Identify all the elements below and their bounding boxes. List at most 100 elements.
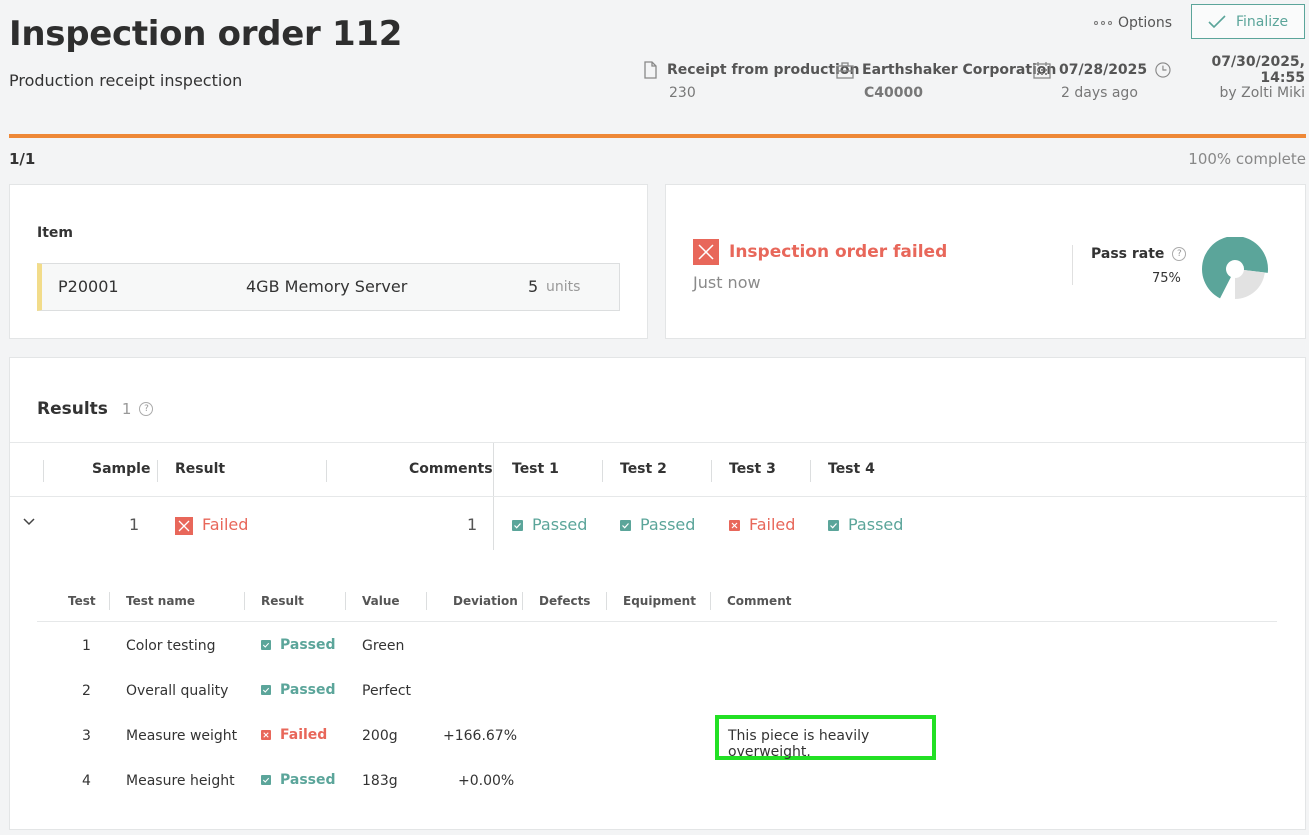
detail-test-num: 2 — [82, 683, 91, 699]
detail-result: Failed — [261, 727, 327, 743]
page-title: Inspection order 112 — [9, 14, 403, 54]
item-unit: units — [546, 279, 581, 295]
column-separator — [711, 460, 712, 482]
detail-test-num: 4 — [82, 773, 91, 789]
col-test2[interactable]: Test 2 — [620, 461, 667, 477]
status-card: Inspection order failed Just now Pass ra… — [665, 184, 1306, 339]
detail-col-defects: Defects — [539, 594, 591, 608]
column-separator — [109, 592, 110, 610]
pass-rate-value: 75% — [1152, 271, 1181, 286]
row-comments: 1 — [467, 515, 478, 534]
meta-source-value: 230 — [669, 85, 696, 101]
col-test3[interactable]: Test 3 — [729, 461, 776, 477]
col-test1[interactable]: Test 1 — [512, 461, 559, 477]
check-icon — [261, 775, 271, 785]
row-result: Failed — [175, 515, 248, 535]
detail-value: 200g — [362, 728, 398, 744]
column-separator — [326, 460, 327, 482]
meta-updated-value: by Zolti Miki — [1219, 85, 1305, 101]
status-title: Inspection order failed — [729, 242, 948, 262]
help-icon[interactable]: ? — [139, 402, 154, 416]
item-card: Item P20001 4GB Memory Server 5 units — [9, 184, 648, 339]
document-icon — [644, 61, 657, 79]
check-icon — [620, 520, 631, 531]
item-label: Item — [37, 225, 73, 241]
detail-result-text: Passed — [280, 637, 336, 653]
results-header: Results 1 ? — [37, 399, 154, 419]
detail-test-num: 1 — [82, 638, 91, 654]
col-test4[interactable]: Test 4 — [828, 461, 875, 477]
row-sample: 1 — [129, 515, 140, 534]
detail-col-value: Value — [362, 594, 400, 608]
column-separator — [522, 592, 523, 610]
row-test4: Passed — [828, 515, 903, 534]
column-separator — [244, 592, 245, 610]
detail-result: Passed — [261, 682, 336, 698]
row-test2: Passed — [620, 515, 695, 534]
row-test1-text: Passed — [532, 515, 588, 534]
col-comments[interactable]: Comments — [409, 461, 493, 477]
failed-icon — [175, 516, 193, 535]
column-separator — [345, 592, 346, 610]
detail-test-num: 3 — [82, 728, 91, 744]
checkmark-icon — [1208, 14, 1226, 28]
finalize-button[interactable]: Finalize — [1191, 4, 1305, 39]
meta-source-label: Receipt from production — [667, 62, 860, 78]
meta-company-value: C40000 — [864, 85, 923, 101]
column-separator — [43, 460, 44, 482]
divider — [10, 442, 1307, 443]
options-label: Options — [1118, 15, 1173, 31]
detail-test-name: Measure height — [126, 773, 235, 789]
row-test1: Passed — [512, 515, 587, 534]
chevron-down-icon[interactable] — [23, 518, 35, 526]
row-test4-text: Passed — [848, 515, 904, 534]
detail-value: 183g — [362, 773, 398, 789]
meta-updated: 07/30/2025, 14:55 by Zolti Miki — [1155, 54, 1305, 101]
row-test2-text: Passed — [640, 515, 696, 534]
results-count: 1 — [121, 400, 132, 418]
col-result[interactable]: Result — [175, 461, 225, 477]
column-separator — [426, 592, 427, 610]
detail-test-name: Overall quality — [126, 683, 229, 699]
detail-col-comment: Comment — [727, 594, 792, 608]
detail-value: Perfect — [362, 683, 412, 699]
detail-result: Passed — [261, 637, 336, 653]
meta-company: Earthshaker Corporation C40000 — [836, 60, 1056, 101]
finalize-label: Finalize — [1235, 13, 1289, 30]
detail-comment: This piece is heavily overweight. — [715, 715, 936, 760]
detail-test-name: Color testing — [126, 638, 216, 654]
check-icon — [261, 685, 271, 695]
progress-bar — [9, 134, 1306, 138]
pass-rate-label: Pass rate ? — [1091, 246, 1187, 262]
row-test3-text: Failed — [749, 515, 796, 534]
meta-updated-label: 07/30/2025, 14:55 — [1211, 54, 1305, 86]
column-separator — [710, 592, 711, 610]
clock-icon — [1155, 62, 1171, 78]
col-sample[interactable]: Sample — [92, 461, 150, 477]
meta-date-label: 07/28/2025 — [1059, 62, 1148, 78]
failed-icon — [729, 520, 740, 531]
donut-fail-segment — [1235, 270, 1265, 299]
item-row[interactable]: P20001 4GB Memory Server 5 units — [37, 263, 620, 311]
help-icon[interactable]: ? — [1172, 247, 1187, 261]
row-result-text: Failed — [202, 515, 249, 534]
more-dots-icon — [1094, 21, 1112, 25]
detail-result-text: Passed — [280, 682, 336, 698]
detail-col-test-name: Test name — [126, 594, 196, 608]
progress-count: 1/1 — [9, 150, 36, 168]
check-icon — [512, 520, 523, 531]
progress-percent: 100% complete — [1188, 150, 1306, 168]
detail-col-deviation: Deviation — [453, 594, 518, 608]
failed-icon — [693, 239, 719, 265]
meta-company-label: Earthshaker Corporation — [862, 62, 1057, 78]
failed-icon — [261, 730, 271, 740]
detail-result: Passed — [261, 772, 336, 788]
status-time: Just now — [693, 273, 761, 292]
row-test3: Failed — [729, 515, 795, 534]
detail-col-result: Result — [261, 594, 304, 608]
detail-col-equipment: Equipment — [623, 594, 696, 608]
results-card: Results 1 ? Sample Result Comments Test … — [9, 357, 1307, 830]
column-separator — [810, 460, 811, 482]
options-button[interactable]: Options — [1094, 13, 1172, 33]
divider — [37, 621, 1277, 622]
